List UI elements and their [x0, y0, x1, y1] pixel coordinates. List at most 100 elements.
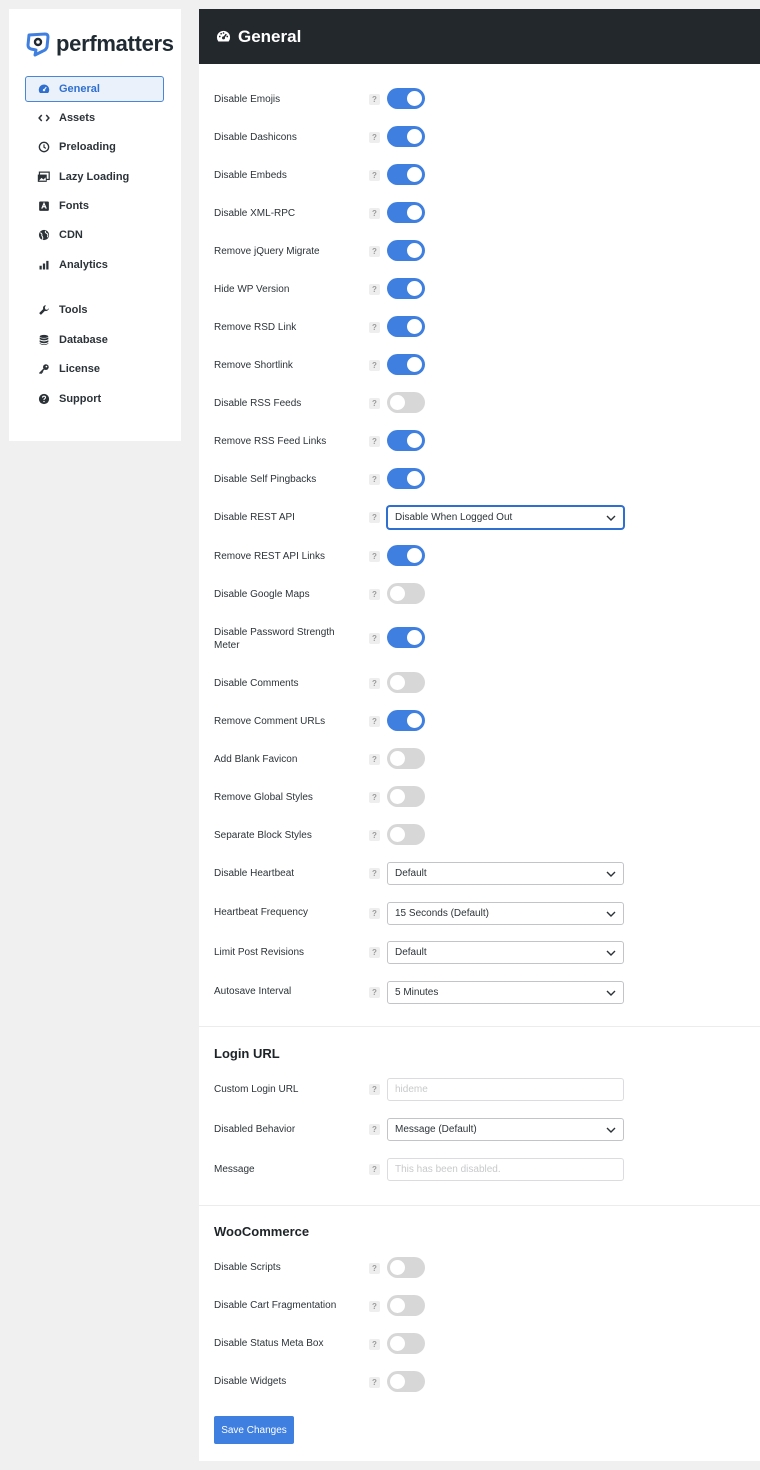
select-value: Default: [395, 947, 427, 958]
sidebar-item-general[interactable]: General: [25, 76, 164, 102]
images-icon: [37, 171, 50, 184]
disable-rss-feeds-toggle[interactable]: [387, 392, 425, 413]
disable-comments-toggle[interactable]: [387, 672, 425, 693]
sidebar-item-label: Lazy Loading: [59, 171, 130, 183]
disabled-behavior-select[interactable]: Message (Default): [387, 1118, 624, 1141]
remove-jquery-migrate-toggle[interactable]: [387, 240, 425, 261]
disable-self-pingbacks-toggle[interactable]: [387, 468, 425, 489]
sidebar-item-lazy-loading[interactable]: Lazy Loading: [25, 164, 164, 190]
setting-label: Disable Status Meta Box: [214, 1338, 324, 1349]
disable-rest-api-select[interactable]: Disable When Logged Out: [387, 506, 624, 529]
help-icon[interactable]: ?: [369, 678, 380, 689]
help-icon[interactable]: ?: [369, 1301, 380, 1312]
sidebar-item-tools[interactable]: Tools: [25, 297, 164, 323]
help-icon[interactable]: ?: [369, 474, 380, 485]
disable-password-strength-meter-toggle[interactable]: [387, 627, 425, 648]
disable-cart-fragmentation-toggle[interactable]: [387, 1295, 425, 1316]
section-divider: [199, 1026, 760, 1027]
toggle-knob: [390, 1298, 405, 1313]
disable-emojis-toggle[interactable]: [387, 88, 425, 109]
dashboard-icon: [37, 83, 50, 96]
sidebar-item-license[interactable]: License: [25, 356, 164, 382]
toggle-knob: [407, 91, 422, 106]
help-icon[interactable]: ?: [369, 94, 380, 105]
sidebar-item-preloading[interactable]: Preloading: [25, 134, 164, 160]
help-icon[interactable]: ?: [369, 322, 380, 333]
setting-label: Disabled Behavior: [214, 1124, 296, 1135]
help-icon[interactable]: ?: [369, 284, 380, 295]
key-icon: [37, 363, 50, 376]
help-icon[interactable]: ?: [369, 208, 380, 219]
remove-comment-urls-toggle[interactable]: [387, 710, 425, 731]
clock-icon: [37, 141, 50, 154]
help-icon[interactable]: ?: [369, 512, 380, 523]
brand-name: perfmatters: [56, 31, 174, 56]
autosave-interval-select[interactable]: 5 Minutes: [387, 981, 624, 1004]
help-icon[interactable]: ?: [369, 1263, 380, 1274]
disable-google-maps-toggle[interactable]: [387, 583, 425, 604]
hide-wp-version-toggle[interactable]: [387, 278, 425, 299]
help-icon[interactable]: ?: [369, 1164, 380, 1175]
remove-rss-feed-links-toggle[interactable]: [387, 430, 425, 451]
remove-shortlink-toggle[interactable]: [387, 354, 425, 375]
sidebar-item-assets[interactable]: Assets: [25, 105, 164, 131]
select-value: Default: [395, 868, 427, 879]
help-icon[interactable]: ?: [369, 132, 380, 143]
disable-xml-rpc-toggle[interactable]: [387, 202, 425, 223]
help-icon[interactable]: ?: [369, 947, 380, 958]
message-input[interactable]: [387, 1158, 624, 1181]
help-icon[interactable]: ?: [369, 589, 380, 600]
help-icon[interactable]: ?: [369, 1377, 380, 1388]
toggle-knob: [407, 357, 422, 372]
disable-heartbeat-select[interactable]: Default: [387, 862, 624, 885]
page-title: General: [238, 26, 302, 46]
remove-global-styles-toggle[interactable]: [387, 786, 425, 807]
help-icon[interactable]: ?: [369, 436, 380, 447]
sidebar-item-label: CDN: [59, 229, 83, 241]
remove-rsd-link-toggle[interactable]: [387, 316, 425, 337]
help-icon[interactable]: ?: [369, 633, 380, 644]
save-changes-button[interactable]: Save Changes: [214, 1416, 294, 1444]
section-title-login-url: Login URL: [214, 1046, 280, 1061]
disable-status-meta-box-toggle[interactable]: [387, 1333, 425, 1354]
help-icon[interactable]: ?: [369, 830, 380, 841]
setting-label: Disable RSS Feeds: [214, 398, 302, 409]
sidebar-item-support[interactable]: Support: [25, 386, 164, 412]
heartbeat-frequency-select[interactable]: 15 Seconds (Default): [387, 902, 624, 925]
disable-widgets-toggle[interactable]: [387, 1371, 425, 1392]
help-icon[interactable]: ?: [369, 987, 380, 998]
help-icon[interactable]: ?: [369, 170, 380, 181]
help-icon[interactable]: ?: [369, 360, 380, 371]
separate-block-styles-toggle[interactable]: [387, 824, 425, 845]
sidebar-item-analytics[interactable]: Analytics: [25, 252, 164, 278]
help-icon[interactable]: ?: [369, 398, 380, 409]
toggle-knob: [407, 167, 422, 182]
help-icon[interactable]: ?: [369, 908, 380, 919]
help-icon[interactable]: ?: [369, 868, 380, 879]
panel-header: General: [199, 9, 760, 64]
help-icon[interactable]: ?: [369, 792, 380, 803]
disable-dashicons-toggle[interactable]: [387, 126, 425, 147]
help-icon[interactable]: ?: [369, 551, 380, 562]
help-icon[interactable]: ?: [369, 1084, 380, 1095]
remove-rest-api-links-toggle[interactable]: [387, 545, 425, 566]
disable-embeds-toggle[interactable]: [387, 164, 425, 185]
font-icon: [37, 200, 50, 213]
limit-post-revisions-select[interactable]: Default: [387, 941, 624, 964]
help-icon[interactable]: ?: [369, 754, 380, 765]
add-blank-favicon-toggle[interactable]: [387, 748, 425, 769]
setting-label: Disable Scripts: [214, 1262, 281, 1273]
help-icon[interactable]: ?: [369, 1339, 380, 1350]
custom-login-url-input[interactable]: [387, 1078, 624, 1101]
help-icon[interactable]: ?: [369, 246, 380, 257]
sidebar-item-fonts[interactable]: Fonts: [25, 193, 164, 219]
setting-label: Hide WP Version: [214, 284, 290, 295]
setting-label: Disable Password Strength Meter: [214, 627, 335, 651]
disable-scripts-toggle[interactable]: [387, 1257, 425, 1278]
sidebar-item-cdn[interactable]: CDN: [25, 222, 164, 248]
sidebar-item-database[interactable]: Database: [25, 327, 164, 353]
sidebar-item-label: License: [59, 363, 100, 375]
sidebar-item-label: General: [59, 83, 100, 95]
help-icon[interactable]: ?: [369, 716, 380, 727]
help-icon[interactable]: ?: [369, 1124, 380, 1135]
